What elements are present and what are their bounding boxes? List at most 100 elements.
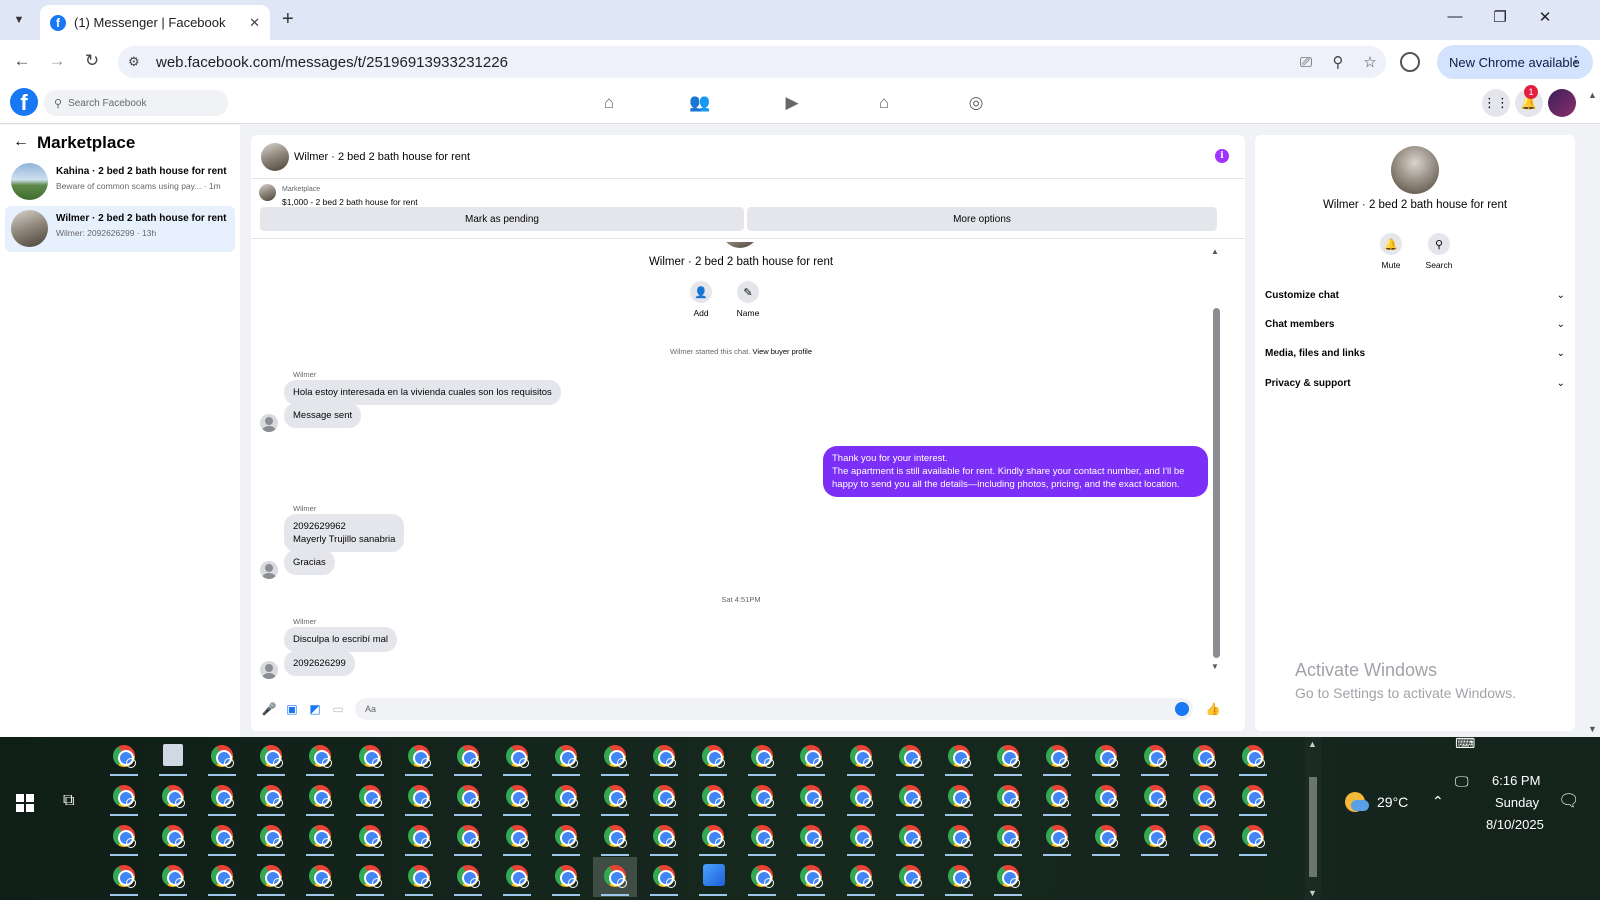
message-thread[interactable]: Wilmer · 2 bed 2 bath house for rent 👤 A… (251, 242, 1245, 688)
taskbar-chrome-window[interactable] (986, 737, 1030, 777)
facebook-logo-icon[interactable]: f (10, 88, 38, 116)
taskbar-chrome-window[interactable] (348, 737, 392, 777)
taskbar-chrome-window[interactable] (249, 857, 293, 897)
taskbar-chrome-window[interactable] (298, 817, 342, 857)
groups-icon[interactable]: ◎ (964, 93, 988, 113)
taskbar-chrome-window[interactable] (348, 857, 392, 897)
url-text[interactable]: web.facebook.com/messages/t/251969139332… (156, 54, 1290, 71)
taskbar-chrome-window[interactable] (593, 777, 637, 817)
taskbar-chrome-window[interactable] (1182, 777, 1226, 817)
section-customize-chat[interactable]: Customize chat ⌄ (1265, 285, 1565, 305)
taskbar-chrome-window[interactable] (789, 737, 833, 777)
taskbar-chrome-window[interactable] (200, 817, 244, 857)
message-bubble[interactable]: 2092626299 (284, 651, 355, 676)
photo-icon[interactable]: ▣ (284, 702, 300, 716)
taskbar-chrome-window[interactable] (593, 737, 637, 777)
zoom-icon[interactable]: ⚲ (1322, 53, 1354, 71)
notification-center-icon[interactable]: 🗨 (1558, 791, 1580, 811)
taskbar-chrome-window[interactable] (839, 777, 883, 817)
section-media-files-links[interactable]: Media, files and links ⌄ (1265, 343, 1565, 363)
taskbar-chrome-window[interactable] (446, 857, 490, 897)
taskbar-chrome-window[interactable] (102, 857, 146, 897)
emoji-icon[interactable] (1175, 702, 1189, 716)
message-bubble[interactable]: Hola estoy interesada en la vivienda cua… (284, 380, 561, 405)
taskbar-chrome-window[interactable] (397, 777, 441, 817)
page-scroll-up-icon[interactable]: ▲ (1588, 90, 1597, 100)
taskbar-chrome-window[interactable] (446, 817, 490, 857)
taskbar-chrome-window[interactable] (740, 817, 784, 857)
taskbar-chrome-window[interactable] (1084, 817, 1128, 857)
taskbar-chrome-window[interactable] (1035, 777, 1079, 817)
conversation-item-kahina[interactable]: Kahina · 2 bed 2 bath house for rent Bew… (5, 159, 235, 205)
taskbar-chrome-window[interactable] (1133, 777, 1177, 817)
taskbar-chrome-window[interactable] (200, 857, 244, 897)
chrome-menu-icon[interactable]: ⋮ (1569, 53, 1583, 70)
taskbar-chrome-window[interactable] (937, 857, 981, 897)
chrome-profile-icon[interactable] (1400, 52, 1420, 72)
chevron-up-icon[interactable]: ⌃ (1432, 793, 1444, 810)
taskbar-chrome-window[interactable] (691, 737, 735, 777)
chat-title[interactable]: Wilmer · 2 bed 2 bath house for rent (294, 151, 470, 163)
tab-close-icon[interactable]: ✕ (249, 15, 260, 31)
taskbar-chrome-window[interactable] (740, 857, 784, 897)
taskbar-chrome-window[interactable] (888, 817, 932, 857)
sticker-icon[interactable]: ◩ (307, 702, 323, 716)
taskbar-scroll-down-icon[interactable]: ▼ (1308, 888, 1317, 898)
listing-price-title[interactable]: $1,000 - 2 bed 2 bath house for rent (282, 197, 418, 207)
taskbar-chrome-window[interactable] (839, 857, 883, 897)
thread-scroll-down-icon[interactable]: ▼ (1211, 662, 1219, 671)
taskbar-chrome-window[interactable] (495, 737, 539, 777)
taskbar-chrome-window[interactable] (1231, 777, 1275, 817)
taskbar-chrome-window[interactable] (1231, 737, 1275, 777)
taskbar-chrome-window[interactable] (888, 737, 932, 777)
message-bubble[interactable]: Disculpa lo escribí mal (284, 627, 398, 652)
facebook-search-input[interactable]: ⚲ Search Facebook (44, 90, 228, 116)
new-chrome-available-button[interactable]: New Chrome available ⋮ (1437, 45, 1593, 79)
browser-tab-messenger[interactable]: f (1) Messenger | Facebook ✕ (40, 5, 270, 40)
taskbar-chrome-window[interactable] (789, 777, 833, 817)
mute-button[interactable]: 🔔 Mute (1366, 233, 1416, 270)
thumbs-up-icon[interactable]: 👍 (1205, 702, 1221, 716)
taskbar-contacts-app[interactable] (151, 737, 195, 777)
section-privacy-support[interactable]: Privacy & support ⌄ (1265, 373, 1565, 393)
message-input[interactable]: Aa (355, 698, 1193, 720)
taskbar-chrome-window[interactable] (1231, 817, 1275, 857)
account-avatar[interactable] (1548, 89, 1576, 117)
taskbar-chrome-window[interactable] (1182, 817, 1226, 857)
menu-grid-icon[interactable]: ⋮⋮ (1482, 89, 1510, 117)
taskbar-chrome-window[interactable] (1133, 737, 1177, 777)
marketplace-icon[interactable]: ⌂ (872, 93, 896, 113)
conversation-item-wilmer[interactable]: Wilmer · 2 bed 2 bath house for rent Wil… (5, 206, 235, 252)
taskbar-scroll-up-icon[interactable]: ▲ (1308, 739, 1317, 749)
taskbar-chrome-window[interactable] (102, 817, 146, 857)
taskbar-chrome-window[interactable] (397, 817, 441, 857)
listing-thumbnail[interactable] (259, 184, 276, 201)
taskbar-chrome-window[interactable] (348, 817, 392, 857)
taskbar-chrome-window[interactable] (348, 777, 392, 817)
thread-scroll-up-icon[interactable]: ▲ (1211, 247, 1219, 256)
message-bubble[interactable]: Gracias (284, 550, 335, 575)
section-chat-members[interactable]: Chat members ⌄ (1265, 314, 1565, 334)
taskbar-chrome-window[interactable] (544, 857, 588, 897)
search-conversation-button[interactable]: ⚲ Search (1414, 233, 1464, 270)
video-icon[interactable]: ▶ (780, 93, 804, 113)
taskbar-chrome-window[interactable] (593, 857, 637, 897)
taskbar-chrome-window[interactable] (691, 817, 735, 857)
view-buyer-profile-link[interactable]: View buyer profile (753, 347, 812, 356)
taskbar-chrome-window[interactable] (102, 737, 146, 777)
taskbar-chrome-window[interactable] (1035, 817, 1079, 857)
taskbar-chrome-window[interactable] (249, 817, 293, 857)
taskbar-chrome-window[interactable] (298, 857, 342, 897)
taskbar-chrome-window[interactable] (495, 857, 539, 897)
taskbar-chrome-window[interactable] (937, 737, 981, 777)
taskbar-chrome-window[interactable] (1133, 817, 1177, 857)
taskbar-scrollbar[interactable]: ▲ ▼ (1305, 737, 1321, 900)
install-app-icon[interactable]: ⎚ (1290, 54, 1322, 71)
taskbar-chrome-window[interactable] (397, 857, 441, 897)
taskbar-chrome-window[interactable] (740, 777, 784, 817)
back-arrow-icon[interactable]: ← (13, 133, 29, 151)
new-tab-button[interactable]: + (282, 8, 294, 31)
taskbar-chrome-window[interactable] (789, 857, 833, 897)
taskbar-chrome-window[interactable] (986, 857, 1030, 897)
taskbar-chrome-window[interactable] (642, 737, 686, 777)
